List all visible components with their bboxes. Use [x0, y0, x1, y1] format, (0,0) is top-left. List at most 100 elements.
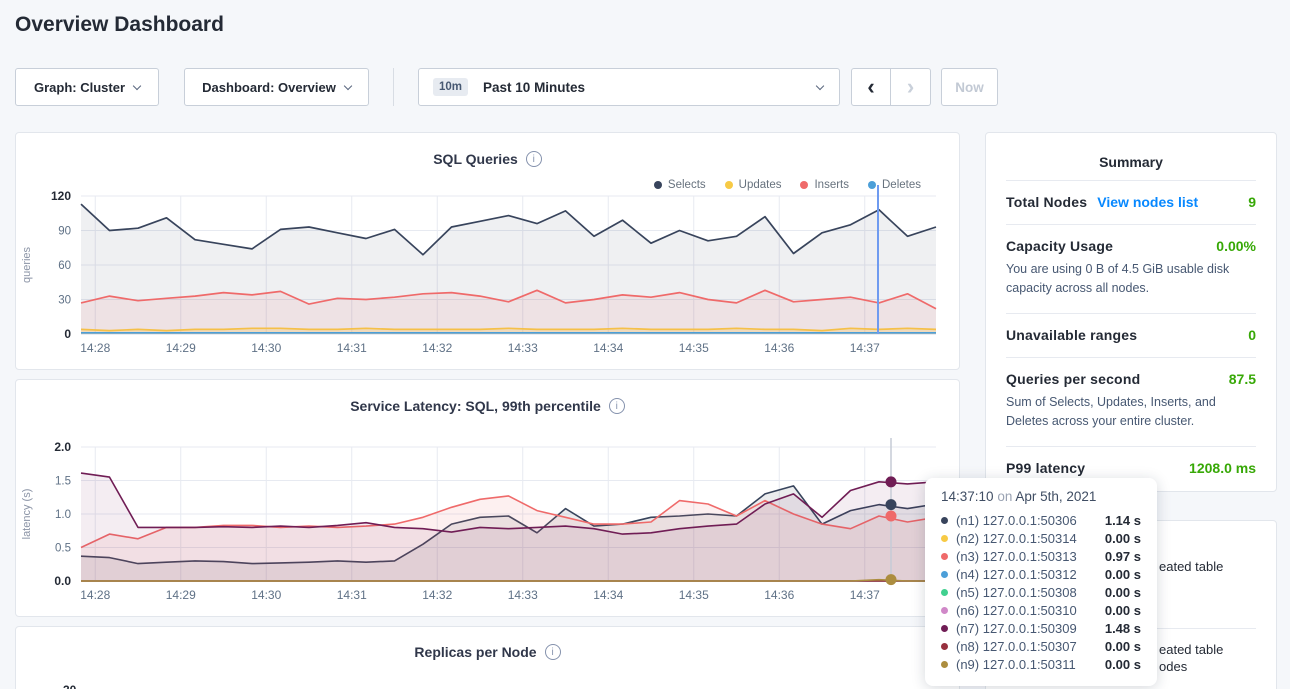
capacity-usage-value: 0.00%: [1216, 238, 1256, 254]
time-range-label: Past 10 Minutes: [483, 80, 585, 95]
chevron-down-icon: [816, 81, 824, 89]
tooltip-node-row: (n8) 127.0.0.1:503070.00 s: [941, 637, 1141, 655]
tooltip-on: on: [997, 489, 1012, 504]
qps-desc: Sum of Selects, Updates, Inserts, and De…: [1006, 393, 1256, 432]
node-latency-value: 0.00 s: [1105, 603, 1141, 618]
node-latency-value: 0.97 s: [1105, 549, 1141, 564]
service-latency-chart-card: Service Latency: SQL, 99th percentile i …: [15, 379, 960, 617]
svg-text:2.0: 2.0: [54, 440, 71, 454]
node-latency-value: 1.14 s: [1105, 513, 1141, 528]
node-address: (n9) 127.0.0.1:50311: [956, 657, 1076, 672]
svg-text:14:28: 14:28: [80, 588, 110, 602]
latency-hover-tooltip: 14:37:10 on Apr 5th, 2021 (n1) 127.0.0.1…: [925, 478, 1157, 686]
svg-text:14:28: 14:28: [80, 341, 110, 355]
time-nav-group: ‹ ›: [851, 68, 931, 106]
tooltip-node-row: (n4) 127.0.0.1:503120.00 s: [941, 565, 1141, 583]
tooltip-timestamp: 14:37:10 on Apr 5th, 2021: [941, 489, 1141, 504]
svg-text:120: 120: [51, 189, 71, 203]
tooltip-time: 14:37:10: [941, 489, 994, 504]
svg-text:14:35: 14:35: [679, 588, 709, 602]
svg-text:14:29: 14:29: [166, 588, 196, 602]
svg-text:60: 60: [58, 260, 71, 272]
summary-row-total-nodes: Total Nodes View nodes list 9: [1006, 180, 1256, 224]
dashboard-dropdown[interactable]: Dashboard: Overview: [184, 68, 369, 106]
svg-text:queries: queries: [21, 246, 33, 283]
total-nodes-value: 9: [1248, 194, 1256, 210]
node-address: (n3) 127.0.0.1:50313: [956, 549, 1077, 564]
time-range-selector[interactable]: 10m Past 10 Minutes: [418, 68, 840, 106]
tooltip-node-row: (n5) 127.0.0.1:503080.00 s: [941, 583, 1141, 601]
node-color-dot-icon: [941, 589, 948, 596]
graph-dropdown-label: Graph: Cluster: [34, 80, 125, 95]
svg-text:14:31: 14:31: [337, 341, 367, 355]
sql-queries-chart-card: SQL Queries i SelectsUpdatesInsertsDelet…: [15, 132, 960, 370]
node-latency-value: 0.00 s: [1105, 567, 1141, 582]
node-color-dot-icon: [941, 661, 948, 668]
time-next-button[interactable]: ›: [891, 68, 931, 106]
time-prev-button[interactable]: ‹: [851, 68, 891, 106]
tooltip-node-row: (n2) 127.0.0.1:50314 0.00 s: [941, 529, 1141, 547]
summary-title: Summary: [1006, 133, 1256, 180]
svg-text:30: 30: [58, 295, 71, 307]
overview-dashboard-page: Overview Dashboard Graph: Cluster Dashbo…: [0, 0, 1290, 689]
now-button[interactable]: Now: [941, 68, 998, 106]
tooltip-date: Apr 5th, 2021: [1015, 489, 1096, 504]
tooltip-node-row: (n9) 127.0.0.1:503110.00 s: [941, 655, 1141, 673]
svg-text:14:32: 14:32: [422, 588, 452, 602]
graph-dropdown[interactable]: Graph: Cluster: [15, 68, 159, 106]
svg-text:14:34: 14:34: [593, 588, 623, 602]
svg-text:14:33: 14:33: [508, 588, 538, 602]
node-address: (n5) 127.0.0.1:50308: [956, 585, 1077, 600]
svg-text:14:36: 14:36: [764, 588, 794, 602]
p99-latency-value: 1208.0 ms: [1189, 460, 1256, 476]
toolbar-divider: [393, 68, 394, 106]
replicas-ytick-partial: 30: [63, 683, 76, 689]
tooltip-node-rows: (n1) 127.0.0.1:503061.14 s(n2) 127.0.0.1…: [941, 511, 1141, 673]
svg-text:14:35: 14:35: [679, 341, 709, 355]
event-item-fragment[interactable]: eated table: [1159, 559, 1223, 574]
node-color-dot-icon: [941, 571, 948, 578]
p99-latency-label: P99 latency: [1006, 460, 1085, 476]
node-latency-value: 0.00 s: [1105, 639, 1141, 654]
capacity-usage-desc: You are using 0 B of 4.5 GiB usable disk…: [1006, 260, 1256, 299]
svg-text:14:33: 14:33: [508, 341, 538, 355]
svg-text:14:36: 14:36: [764, 341, 794, 355]
node-latency-value: 0.00 s: [1105, 531, 1141, 546]
svg-text:14:37: 14:37: [850, 341, 880, 355]
svg-text:14:34: 14:34: [593, 341, 623, 355]
svg-text:14:29: 14:29: [166, 341, 196, 355]
summary-panel: Summary Total Nodes View nodes list 9 Ca…: [985, 132, 1277, 492]
chevron-down-icon: [133, 81, 141, 89]
svg-text:0: 0: [64, 327, 71, 341]
node-color-dot-icon: [941, 643, 948, 650]
summary-row-capacity: Capacity Usage 0.00% You are using 0 B o…: [1006, 224, 1256, 313]
unavailable-ranges-label: Unavailable ranges: [1006, 327, 1137, 343]
service-latency-plot[interactable]: 0.00.51.01.52.014:2814:2914:3014:3114:32…: [16, 380, 961, 618]
tooltip-node-row: (n3) 127.0.0.1:50313 0.97 s: [941, 547, 1141, 565]
node-color-dot-icon: [941, 535, 948, 542]
summary-row-qps: Queries per second 87.5 Sum of Selects, …: [1006, 357, 1256, 446]
event-item-fragment[interactable]: eated table: [1159, 642, 1223, 657]
qps-value: 87.5: [1229, 371, 1256, 387]
capacity-usage-label: Capacity Usage: [1006, 238, 1113, 254]
node-color-dot-icon: [941, 607, 948, 614]
summary-row-unavailable: Unavailable ranges 0: [1006, 313, 1256, 357]
svg-text:latency (s): latency (s): [21, 489, 33, 540]
node-color-dot-icon: [941, 625, 948, 632]
svg-text:0.5: 0.5: [55, 543, 71, 555]
replicas-chart-card: Replicas per Node i 30: [15, 626, 960, 689]
node-address: (n2) 127.0.0.1:50314: [956, 531, 1077, 546]
tooltip-node-row: (n7) 127.0.0.1:503091.48 s: [941, 619, 1141, 637]
sql-queries-plot[interactable]: 030609012014:2814:2914:3014:3114:3214:33…: [16, 133, 961, 371]
unavailable-ranges-value: 0: [1248, 327, 1256, 343]
view-nodes-list-link[interactable]: View nodes list: [1097, 194, 1198, 210]
tooltip-node-row: (n1) 127.0.0.1:503061.14 s: [941, 511, 1141, 529]
info-icon[interactable]: i: [545, 644, 561, 660]
svg-text:14:30: 14:30: [251, 588, 281, 602]
svg-text:14:30: 14:30: [251, 341, 281, 355]
node-color-dot-icon: [941, 517, 948, 524]
event-item-fragment[interactable]: odes: [1159, 659, 1187, 674]
svg-text:0.0: 0.0: [54, 574, 71, 588]
svg-text:14:31: 14:31: [337, 588, 367, 602]
svg-text:1.0: 1.0: [55, 509, 71, 521]
